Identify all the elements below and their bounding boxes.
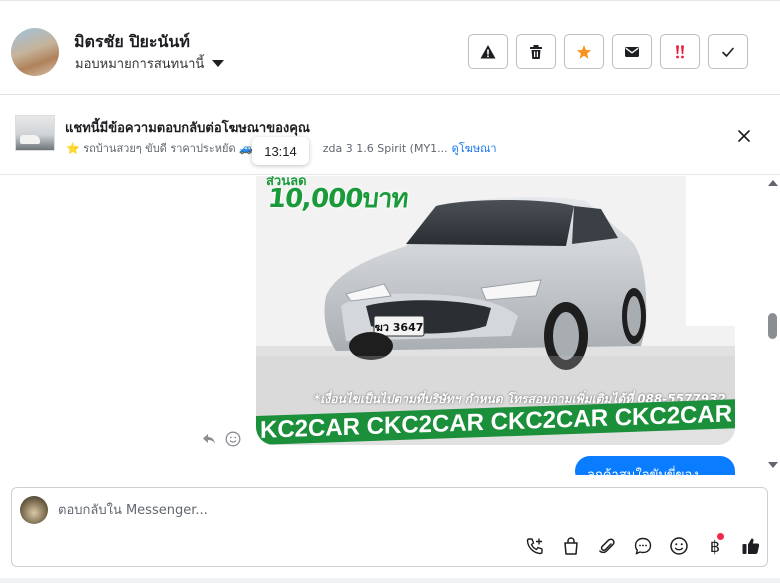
- shopping-bag-icon: [564, 537, 578, 555]
- assign-conversation-dropdown[interactable]: มอบหมายการสนทนานี้: [75, 53, 225, 74]
- star-button[interactable]: [564, 34, 604, 69]
- license-plate: ฆว 3647: [375, 321, 424, 334]
- paperclip-icon: [599, 538, 615, 554]
- contact-avatar[interactable]: [11, 28, 59, 76]
- view-ad-link[interactable]: ดูโฆษณา: [452, 139, 497, 157]
- payment-button[interactable]: ฿: [697, 533, 733, 557]
- star-icon: [576, 44, 592, 59]
- spam-button[interactable]: [660, 34, 700, 69]
- attach-button[interactable]: [589, 535, 625, 557]
- timestamp-tooltip: 13:14: [252, 137, 309, 165]
- page-avatar: [20, 496, 48, 524]
- composer-toolbar: ฿: [517, 533, 769, 557]
- reply-arrow-icon: [203, 434, 215, 444]
- message-actions: [200, 430, 242, 448]
- mail-button[interactable]: [612, 34, 652, 69]
- scroll-up-icon[interactable]: [768, 180, 778, 186]
- notification-dot: [717, 533, 724, 540]
- promo-amount: 10,000บาท: [266, 184, 410, 214]
- call-button[interactable]: [517, 535, 553, 557]
- reply-input[interactable]: [58, 498, 738, 522]
- ad-text-left: ⭐ รถบ้านสวยๆ ขับดี ราคาประหยัด 🚙: [66, 142, 253, 155]
- bottom-edge: [0, 578, 780, 583]
- thumbs-up-icon: [742, 538, 760, 554]
- saved-replies-button[interactable]: [625, 535, 661, 557]
- ad-text-right: zda 3 1.6 Spirit (MY1...: [322, 141, 448, 155]
- call-add-icon: [526, 538, 543, 555]
- caret-down-icon: [212, 60, 225, 67]
- assign-label: มอบหมายการสนทนานี้: [75, 57, 205, 72]
- scroll-down-icon[interactable]: [768, 462, 778, 468]
- message-thread[interactable]: ฆว 3647 ส่วนลด 10,000บาท *เงื่อนไขเป็นไป…: [0, 176, 765, 475]
- shop-button[interactable]: [553, 535, 589, 557]
- scroll-thumb[interactable]: [768, 313, 777, 339]
- message-composer: ฿: [11, 487, 768, 567]
- reply-button[interactable]: [200, 430, 218, 448]
- chat-bubble-icon: [634, 537, 652, 555]
- conversation-header: มิตรชัย ปิยะนันท์ มอบหมายการสนทนานี้: [0, 0, 780, 95]
- contact-name[interactable]: มิตรชัย ปิยะนันท์: [74, 30, 190, 55]
- check-icon: [722, 47, 734, 57]
- emoji-button[interactable]: [661, 535, 697, 557]
- close-banner-button[interactable]: [733, 125, 755, 147]
- like-button[interactable]: [733, 535, 769, 557]
- ad-thumbnail[interactable]: [15, 115, 55, 151]
- done-button[interactable]: [708, 34, 748, 69]
- close-icon: [738, 130, 750, 142]
- envelope-icon: [625, 46, 639, 57]
- smiley-icon: [225, 431, 241, 447]
- warning-icon: [480, 44, 496, 58]
- trash-button[interactable]: [516, 34, 556, 69]
- trash-icon: [530, 44, 542, 59]
- ad-image-attachment[interactable]: ฆว 3647 ส่วนลด 10,000บาท *เงื่อนไขเป็นไป…: [256, 176, 735, 445]
- emoji-icon: [670, 537, 688, 555]
- double-exclamation-icon: [676, 45, 684, 58]
- react-button[interactable]: [224, 430, 242, 448]
- banner-title: แชทนี้มีข้อความตอบกลับต่อโฆษณาของคุณ: [65, 121, 310, 136]
- thread-scrollbar[interactable]: [765, 176, 780, 475]
- warning-button[interactable]: [468, 34, 508, 69]
- ad-reply-banner: แชทนี้มีข้อความตอบกลับต่อโฆษณาของคุณ ⭐ ร…: [0, 95, 780, 175]
- outgoing-message[interactable]: ลูกค้าสนใจขับขี่ของ: [575, 456, 735, 475]
